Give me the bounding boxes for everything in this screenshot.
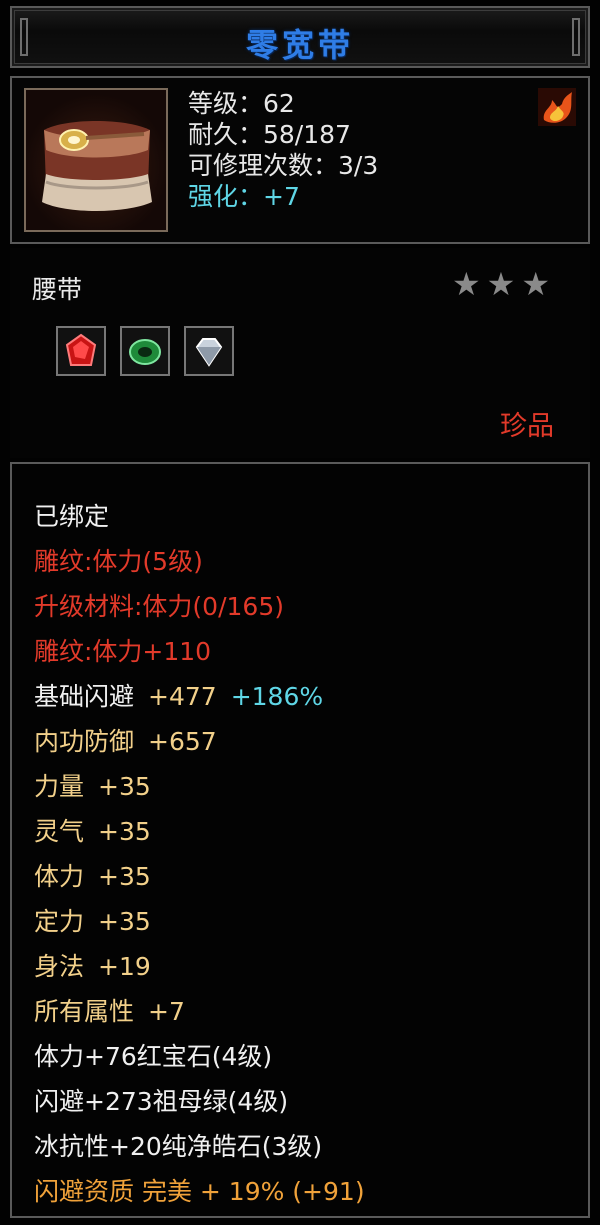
item-name: 零宽带 (245, 26, 354, 64)
diamond-gem-icon[interactable] (184, 326, 234, 376)
flame-icon (538, 88, 576, 126)
star-icon: ★ (486, 265, 516, 303)
attribute-label: 定力 (34, 907, 85, 936)
attribute-value: +35 (98, 817, 151, 846)
attribute-value: +35 (98, 907, 151, 936)
star-rating: ★ ★ ★ (452, 268, 550, 300)
ruby-gem-icon[interactable] (56, 326, 106, 376)
type-section: 腰带 ★ ★ ★ 珍品 (10, 248, 590, 458)
attribute-value: +35 (98, 862, 151, 891)
attribute-value: +19 (98, 952, 151, 981)
title-bar-right-cap (572, 18, 580, 56)
attribute-label: 体力 (34, 862, 85, 891)
attribute-value: +657 (148, 727, 217, 756)
attribute-label: 基础闪避 (34, 682, 135, 711)
item-type: 腰带 (32, 275, 83, 304)
attribute-list: 已绑定 雕纹:体力(5级) 升级材料:体力(0/165) 雕纹:体力+110 基… (34, 494, 365, 1214)
attribute-value: +7 (148, 997, 185, 1026)
star-icon: ★ (521, 265, 550, 303)
gem-bonus-emerald: 闪避+273祖母绿(4级) (34, 1087, 289, 1116)
focus-attribute: 定力 +35 (34, 899, 365, 944)
durability-stat: 耐久：58/187 (188, 120, 351, 149)
upgrade-material: 升级材料:体力(0/165) (34, 592, 284, 621)
repair-count-stat: 可修理次数：3/3 (188, 151, 379, 180)
item-header: 等级：62 耐久：58/187 可修理次数：3/3 强化：+7 (10, 76, 590, 244)
stamina-attribute: 体力 +35 (34, 854, 365, 899)
dodge-attribute: 基础闪避 +477 +186% (34, 674, 365, 719)
inner-defense-attribute: 内功防御 +657 (34, 719, 365, 764)
dodge-quality: 闪避资质 完美 + 19% (+91) (34, 1177, 365, 1206)
enhance-stat: 强化：+7 (188, 182, 300, 211)
rarity-label: 珍品 (500, 411, 554, 442)
emerald-ring-icon[interactable] (120, 326, 170, 376)
attribute-label: 所有属性 (34, 997, 135, 1026)
attribute-value: +477 (148, 682, 217, 711)
attribute-label: 内功防御 (34, 727, 135, 756)
gem-slots (56, 326, 234, 376)
attributes-panel: 已绑定 雕纹:体力(5级) 升级材料:体力(0/165) 雕纹:体力+110 基… (10, 462, 590, 1218)
attribute-label: 灵气 (34, 817, 85, 846)
star-icon: ★ (451, 265, 481, 303)
gem-bonus-ruby: 体力+76红宝石(4级) (34, 1042, 273, 1071)
spirit-attribute: 灵气 +35 (34, 809, 365, 854)
engrave-level: 雕纹:体力(5级) (34, 547, 203, 576)
agility-attribute: 身法 +19 (34, 944, 365, 989)
item-stats: 等级：62 耐久：58/187 可修理次数：3/3 强化：+7 (188, 88, 378, 212)
level-stat: 等级：62 (188, 89, 295, 118)
bound-status: 已绑定 (34, 502, 110, 531)
engrave-bonus: 雕纹:体力+110 (34, 637, 212, 666)
belt-icon (24, 88, 168, 232)
attribute-value: +35 (98, 772, 151, 801)
attribute-label: 身法 (34, 952, 85, 981)
attribute-label: 力量 (34, 772, 85, 801)
all-attributes: 所有属性 +7 (34, 989, 365, 1034)
item-tooltip: 零宽带 等级：62 耐久：58/187 可修理次数：3/3 强化：+7 腰带 ★… (0, 0, 600, 1225)
title-bar: 零宽带 (10, 6, 590, 68)
attribute-bonus: +186% (230, 682, 324, 711)
strength-attribute: 力量 +35 (34, 764, 365, 809)
gem-bonus-diamond: 冰抗性+20纯净皓石(3级) (34, 1132, 323, 1161)
